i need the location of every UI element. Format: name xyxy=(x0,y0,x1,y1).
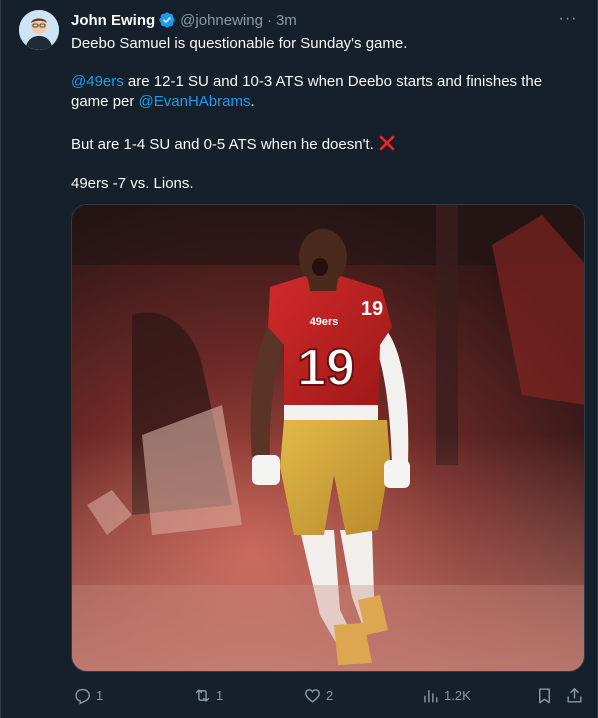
verified-badge-icon xyxy=(158,11,176,29)
repost-icon xyxy=(195,688,210,702)
views-button[interactable]: 1.2K xyxy=(421,684,471,706)
tweet-line-1: Deebo Samuel is questionable for Sunday'… xyxy=(71,35,408,52)
tweet-line-3-text: But are 1-4 SU and 0-5 ATS when he doesn… xyxy=(71,136,374,153)
tweet-line-2-text: are 12-1 SU and 10-3 ATS when Deebo star… xyxy=(123,73,543,90)
mention-evanhabrams-link[interactable]: @EvanHAbrams xyxy=(139,93,251,110)
separator-dot: · xyxy=(266,11,272,29)
reply-icon xyxy=(75,688,90,705)
avatar-image xyxy=(19,10,59,50)
share-icon xyxy=(567,687,582,703)
bookmark-icon xyxy=(539,687,550,703)
author-name[interactable]: John Ewing xyxy=(71,12,155,29)
jersey-wordmark: 49ers xyxy=(310,316,339,328)
tweet-header: John Ewing @johnewing · 3m ··· xyxy=(71,10,583,30)
bookmark-button[interactable] xyxy=(535,684,558,706)
cross-mark-emoji-icon xyxy=(378,134,396,152)
share-button[interactable] xyxy=(565,684,588,706)
sleeve-number: 19 xyxy=(361,298,383,320)
tweet-line-4: 49ers -7 vs. Lions. xyxy=(71,175,194,192)
tweet-line-2-text-b: game per xyxy=(71,93,139,110)
repost-count: 1 xyxy=(216,687,224,703)
tweet-line-2: @49ers are 12-1 SU and 10-3 ATS when Dee… xyxy=(71,72,542,112)
like-button[interactable]: 2 xyxy=(303,684,333,706)
action-bar: 1 1 2 1.2K xyxy=(71,684,589,706)
tweet-card[interactable]: John Ewing @johnewing · 3m ··· Deebo Sam… xyxy=(0,0,598,718)
views-chart-icon xyxy=(424,689,438,703)
author-handle[interactable]: @johnewing xyxy=(180,12,263,29)
repost-button[interactable]: 1 xyxy=(193,684,223,706)
player-photo-image: 49ers 19 19 xyxy=(72,205,584,671)
jersey-number: 19 xyxy=(297,339,355,397)
tweet-line-2-text-c: . xyxy=(250,93,255,110)
tweet-line-3: But are 1-4 SU and 0-5 ATS when he doesn… xyxy=(71,134,396,155)
heart-icon xyxy=(305,688,320,703)
reply-count: 1 xyxy=(96,687,104,703)
avatar[interactable] xyxy=(19,10,59,50)
views-count: 1.2K xyxy=(444,687,471,703)
more-options-icon[interactable]: ··· xyxy=(557,8,579,30)
timestamp[interactable]: 3m xyxy=(276,12,297,29)
mention-49ers-link[interactable]: @49ers xyxy=(71,73,124,90)
tweet-photo[interactable]: 49ers 19 19 xyxy=(71,204,585,672)
like-count: 2 xyxy=(326,687,334,703)
reply-button[interactable]: 1 xyxy=(73,684,103,706)
